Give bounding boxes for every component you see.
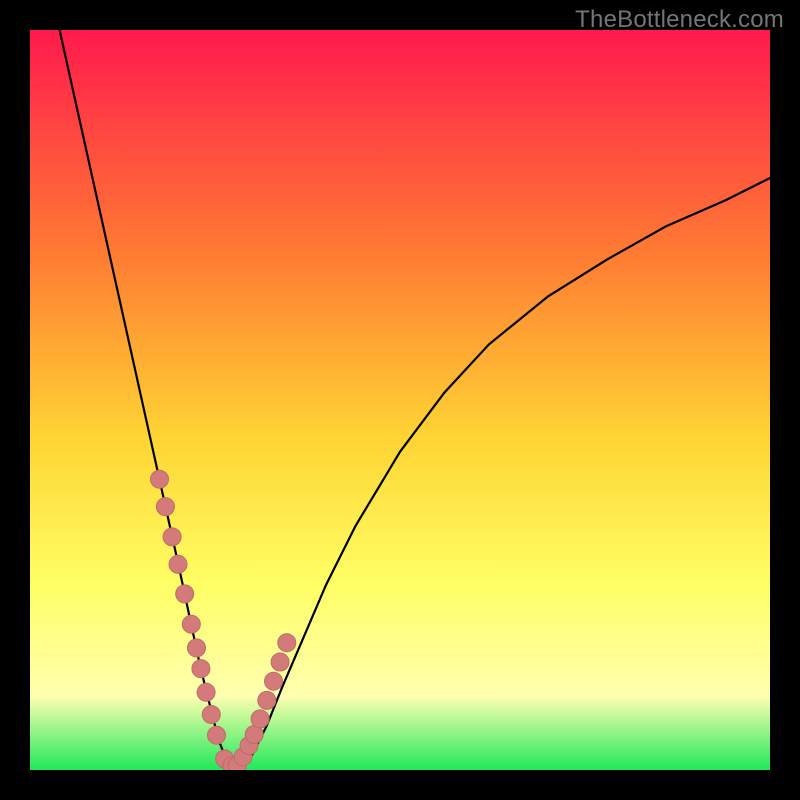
chart-plot-area [30, 30, 770, 770]
marker-point [208, 726, 226, 744]
marker-point [278, 634, 296, 652]
marker-point [265, 672, 283, 690]
marker-point [182, 615, 200, 633]
marker-point [151, 470, 169, 488]
marker-point [192, 660, 210, 678]
chart-frame: TheBottleneck.com [0, 0, 800, 800]
chart-svg [30, 30, 770, 770]
marker-point [163, 528, 181, 546]
marker-point [202, 706, 220, 724]
marker-point [271, 653, 289, 671]
marker-point [251, 710, 269, 728]
marker-point [188, 639, 206, 657]
marker-point [156, 498, 174, 516]
marker-point [176, 585, 194, 603]
marker-point [258, 691, 276, 709]
watermark-text: TheBottleneck.com [575, 6, 784, 34]
marker-point [197, 683, 215, 701]
marker-point [169, 555, 187, 573]
